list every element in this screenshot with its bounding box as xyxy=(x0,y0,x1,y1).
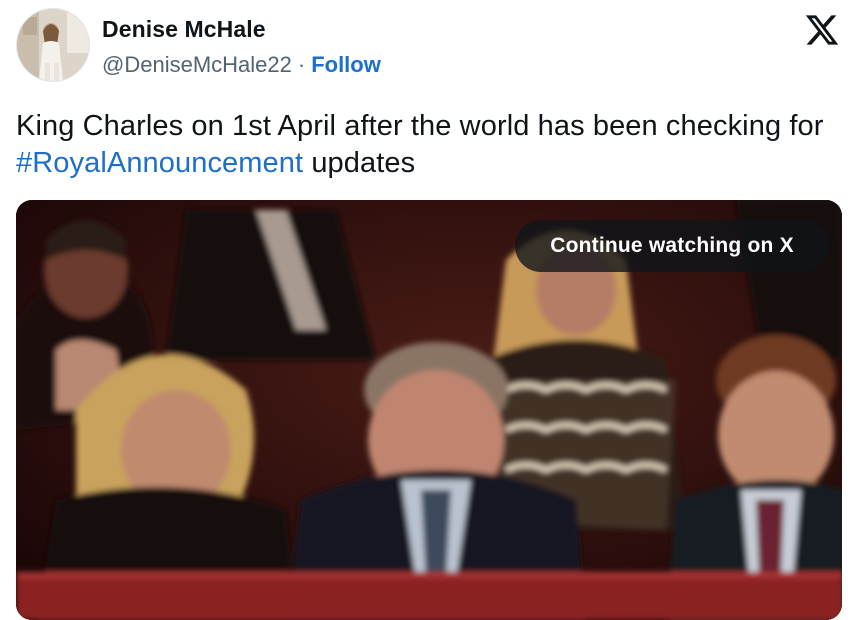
author-meta-line: @DeniseMcHale22 · Follow xyxy=(102,52,381,78)
separator-dot: · xyxy=(297,52,306,77)
tweet-embed-card: Denise McHale @DeniseMcHale22 · Follow Kin… xyxy=(0,0,864,620)
tweet-text: King Charles on 1st April after the worl… xyxy=(16,108,852,182)
author-name[interactable]: Denise McHale xyxy=(102,16,266,43)
x-logo-glyph xyxy=(805,15,839,45)
video-media[interactable]: Continue watching on X xyxy=(16,200,842,620)
hashtag-link[interactable]: #RoyalAnnouncement xyxy=(16,147,303,179)
profile-avatar[interactable] xyxy=(16,8,90,82)
avatar-image xyxy=(17,9,89,81)
author-handle[interactable]: @DeniseMcHale22 xyxy=(102,52,292,77)
x-logo-icon[interactable] xyxy=(803,12,841,48)
tweet-text-end: updates xyxy=(303,147,416,179)
follow-button[interactable]: Follow xyxy=(311,52,381,77)
tweet-text-start: King Charles on 1st April after the worl… xyxy=(16,110,824,142)
continue-watching-button[interactable]: Continue watching on X xyxy=(515,220,829,272)
